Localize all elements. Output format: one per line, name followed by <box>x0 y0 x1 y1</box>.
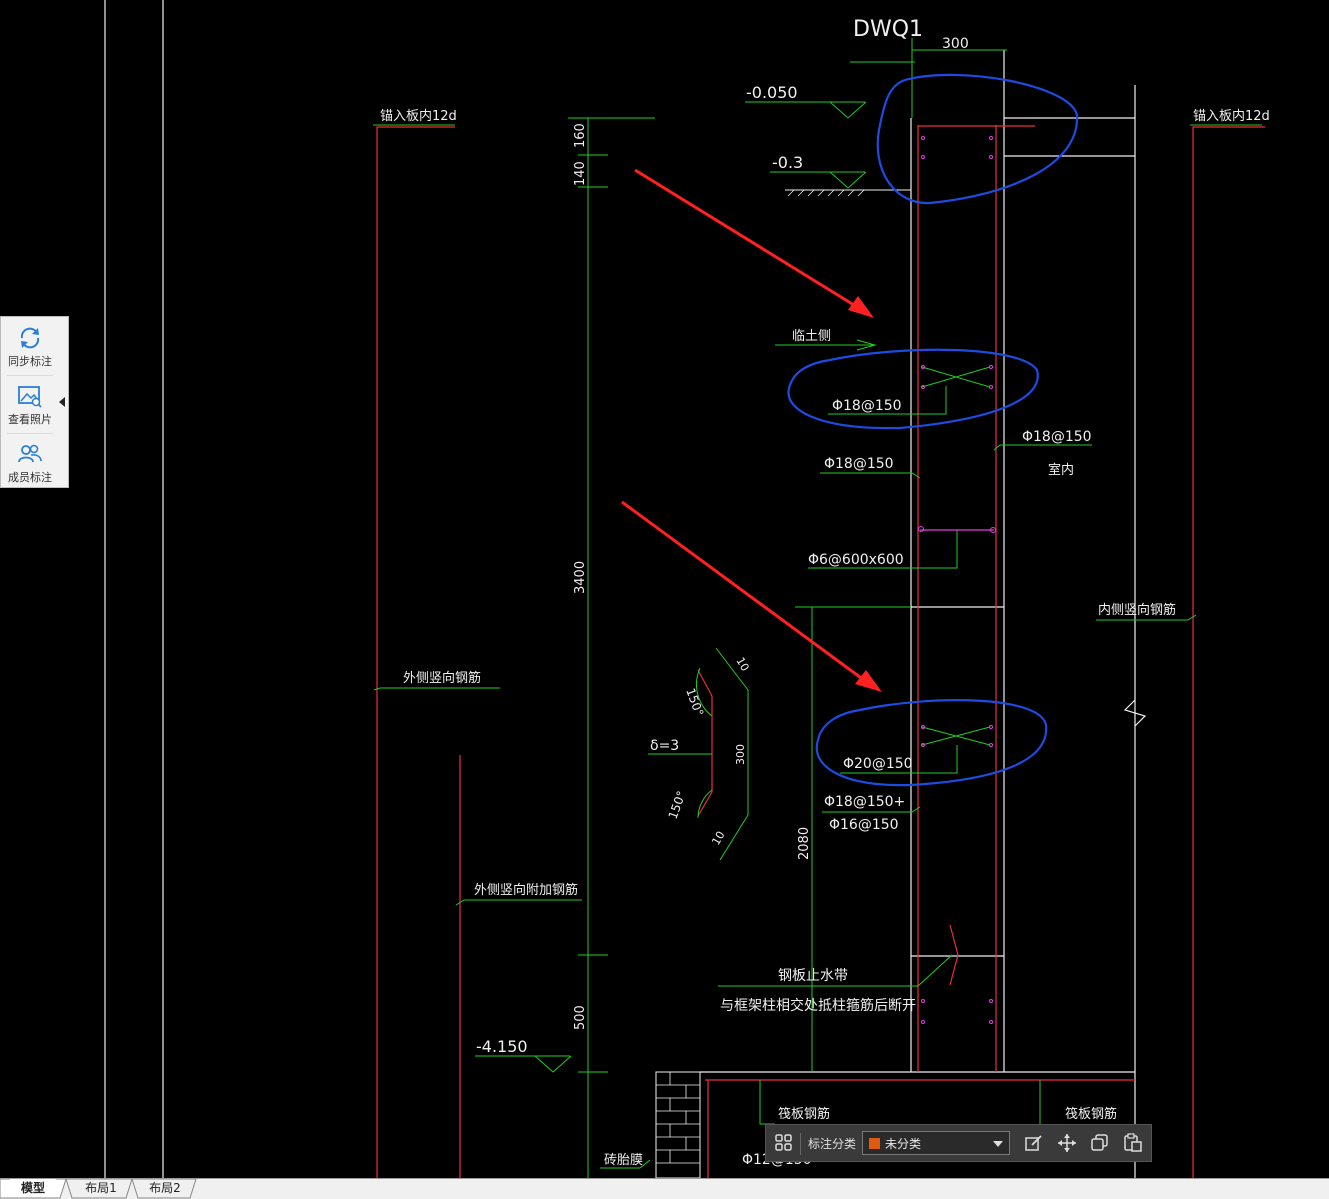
waterstop-label-1: 钢板止水带 <box>778 968 848 984</box>
delta-label: δ=3 <box>650 738 679 754</box>
dim-10-top: 10 <box>733 655 751 674</box>
rebar-label-16: Φ16@150 <box>829 817 899 833</box>
member-label: 成员标注 <box>8 471 52 484</box>
sync-annotation-button[interactable]: 同步标注 <box>3 319 57 373</box>
dim-10-bottom: 10 <box>709 829 727 848</box>
collapse-panel-icon[interactable] <box>59 397 65 407</box>
members-icon <box>18 444 42 463</box>
elev-ground: -0.3 <box>772 153 803 172</box>
layout-tab-bar: 模型 布局1 布局2 <box>0 1178 1329 1199</box>
rebar-label-2: Φ18@150 <box>1022 429 1092 445</box>
elev-bottom: -4.150 <box>476 1037 528 1056</box>
tab-layout2[interactable]: 布局2 <box>140 1179 190 1197</box>
waterstop-label-2: 与框架柱相交处抵柱箍筋后断开 <box>720 997 916 1014</box>
dim-500: 500 <box>573 1005 588 1030</box>
brick-hatch <box>656 1072 700 1164</box>
anchor-label-right: 锚入板内12d <box>1193 108 1270 124</box>
drawing-title: DWQ1 <box>853 17 923 42</box>
angle-bottom: 150° <box>666 789 689 821</box>
annotation-category-select[interactable]: 未分类 <box>862 1131 1010 1155</box>
category-selected-value: 未分类 <box>885 1137 922 1151</box>
cad-drawing: DWQ1 300 -0.050 -0.3 -4.150 锚入板内12d 锚入板内… <box>104 0 1270 1178</box>
move-icon[interactable] <box>1057 1133 1077 1153</box>
brick-form-label: 砖胎膜 <box>604 1153 643 1168</box>
tie-bar-label: Φ6@600x600 <box>808 552 904 568</box>
member-annotation-button[interactable]: 成员标注 <box>3 435 57 489</box>
inner-vertical-label: 内侧竖向钢筋 <box>1098 602 1176 618</box>
dim-160: 160 <box>573 123 588 148</box>
chevron-down-icon <box>993 1141 1003 1147</box>
dim-3400: 3400 <box>573 561 588 594</box>
inner-right-rebar-line <box>1192 126 1265 1178</box>
annotation-category-label: 标注分类 <box>808 1137 857 1151</box>
raft-label-left: 筏板钢筋 <box>778 1106 830 1122</box>
tab-layout1[interactable]: 布局1 <box>76 1179 126 1197</box>
photo-icon <box>18 386 42 408</box>
anchor-label-left: 锚入板内12d <box>380 108 457 124</box>
side-panel: 同步标注 查看照片 成员标注 <box>0 316 69 488</box>
rebar-label-18b: Φ18@150+ <box>824 794 905 810</box>
outer-vertical-label: 外侧竖向钢筋 <box>403 670 481 686</box>
tab-model[interactable]: 模型 <box>10 1179 56 1197</box>
outer-vertical-rebar-line <box>376 126 455 1178</box>
rebar-label-1: Φ18@150 <box>832 398 902 414</box>
dim-140: 140 <box>573 161 588 186</box>
rebar-label-20: Φ20@150 <box>843 756 913 772</box>
indoor-label: 室内 <box>1048 462 1074 478</box>
annotation-toolbar: 标注分类 未分类 <box>765 1124 1152 1162</box>
cad-canvas[interactable]: DWQ1 300 -0.050 -0.3 -4.150 锚入板内12d 锚入板内… <box>0 0 1329 1178</box>
sync-icon <box>20 327 40 349</box>
red-arrow-1 <box>634 168 863 312</box>
photo-label: 查看照片 <box>8 413 52 426</box>
paste-icon[interactable] <box>1123 1133 1143 1153</box>
outer-additional-label: 外侧竖向附加钢筋 <box>474 882 578 898</box>
soil-side-label: 临土侧 <box>792 329 831 344</box>
dim-300-detail: 300 <box>734 744 747 765</box>
dim-2080: 2080 <box>797 827 812 860</box>
blue-highlight-top <box>876 73 1079 205</box>
blue-highlight-middle <box>787 348 1039 430</box>
elev-top: -0.050 <box>746 83 798 102</box>
category-color-swatch <box>869 1138 880 1149</box>
edit-icon[interactable] <box>1024 1133 1044 1153</box>
copy-icon[interactable] <box>1090 1133 1110 1153</box>
rebar-label-3: Φ18@150 <box>824 456 894 472</box>
dim-top: 300 <box>942 36 969 52</box>
view-photo-button[interactable]: 查看照片 <box>3 377 57 431</box>
grid-apps-icon[interactable] <box>774 1133 794 1153</box>
sync-label: 同步标注 <box>8 355 52 368</box>
angle-top: 150° <box>683 686 706 718</box>
raft-label-right: 筏板钢筋 <box>1065 1106 1117 1122</box>
